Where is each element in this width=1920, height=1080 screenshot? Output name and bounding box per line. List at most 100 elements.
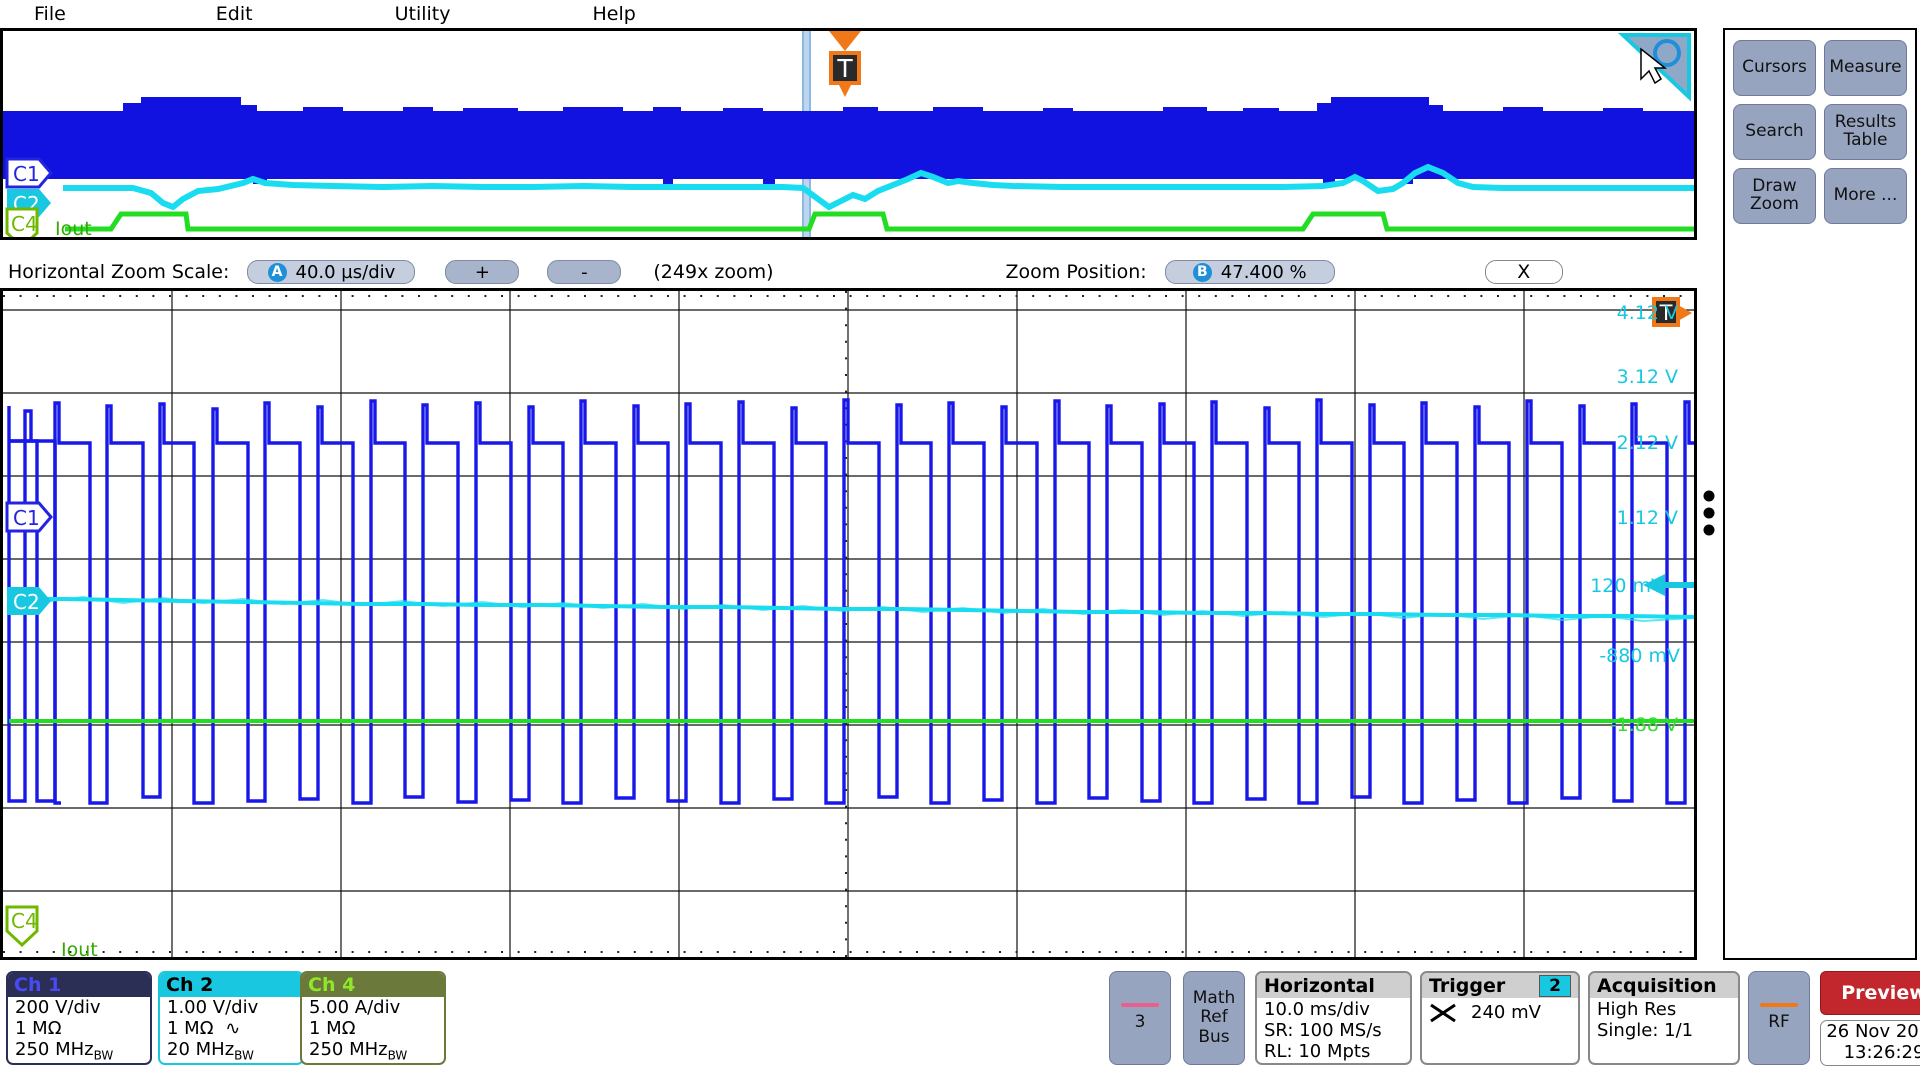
menu-item-utility[interactable]: Utility (389, 3, 457, 25)
zoom-position-value-control[interactable]: B 47.400 % (1164, 260, 1335, 284)
main-marker-c4: C4 (5, 905, 39, 948)
channel-1-box[interactable]: Ch 1 200 V/div 1 MΩ 250 MHzBW (6, 971, 152, 1065)
measure-button[interactable]: Measure (1824, 40, 1907, 96)
channel-2-name: Ch 2 (166, 974, 214, 996)
acquisition-title: Acquisition (1597, 974, 1717, 997)
overview-c4-trace (65, 211, 1694, 232)
svg-text:C2: C2 (13, 590, 40, 614)
bus-label: Bus (1198, 1026, 1230, 1047)
main-c4-signal-label: Iout (61, 939, 98, 960)
channel-3-label: 3 (1134, 1012, 1146, 1033)
oscilloscope-app: File Edit Utility Help T C1 C2 C4 Iout H… (0, 0, 1920, 1080)
svg-text:C4: C4 (11, 909, 38, 933)
overview-marker-c4: C4 (5, 207, 39, 237)
voltage-label-7: -1.88 V (1609, 714, 1678, 736)
right-control-panel: Cursors Measure Search Results Table Dra… (1723, 28, 1917, 960)
menu-item-edit[interactable]: Edit (210, 3, 259, 25)
main-marker-c2: C2 (7, 587, 51, 615)
horizontal-settings-box[interactable]: Horizontal 10.0 ms/div SR: 100 MS/s RL: … (1255, 971, 1412, 1065)
zoom-factor-label: (249x zoom) (653, 261, 774, 283)
preview-button[interactable]: Preview (1820, 971, 1920, 1015)
more-button[interactable]: More ... (1824, 168, 1907, 224)
trigger-source-badge: 2 (1539, 974, 1571, 997)
channel-1-scale: 200 V/div (15, 997, 101, 1018)
horizontal-scale: 10.0 ms/div (1264, 999, 1370, 1020)
voltage-label-4: 1.12 V (1616, 507, 1678, 529)
trigger-settings-box[interactable]: Trigger 2 240 mV (1420, 971, 1580, 1065)
menu-item-help[interactable]: Help (586, 3, 641, 25)
main-waveform-grid[interactable]: C1 C2 C4 T 4.12 V 3.12 V 2.12 V 1.12 V 1… (0, 288, 1697, 960)
svg-text:T: T (836, 54, 853, 83)
channel-4-scale: 5.00 A/div (309, 997, 401, 1018)
knob-a-badge: A (267, 262, 287, 282)
results-table-button[interactable]: Results Table (1824, 104, 1907, 160)
magnifier-cursor-icon (1617, 33, 1691, 102)
channel-2-scale: 1.00 V/div (167, 997, 259, 1018)
rf-label: RF (1768, 1012, 1790, 1033)
zoom-scale-decrease-button[interactable]: - (547, 260, 622, 284)
search-button[interactable]: Search (1733, 104, 1816, 160)
voltage-label-5: 120 mV (1590, 575, 1664, 597)
channel-2-impedance: 1 MΩ (167, 1017, 214, 1039)
trigger-title: Trigger (1429, 974, 1506, 997)
time-text: 13:26:29 (1843, 1042, 1920, 1063)
math-label: Math (1192, 987, 1236, 1008)
voltage-label-3: 2.12 V (1616, 432, 1678, 454)
channel-4-impedance: 1 MΩ (309, 1017, 356, 1039)
zoom-position-label: Zoom Position: (1005, 261, 1147, 283)
cursors-button[interactable]: Cursors (1733, 40, 1816, 96)
menu-item-file[interactable]: File (28, 3, 72, 25)
trigger-level: 240 mV (1471, 1002, 1541, 1024)
zoom-position-value: 47.400 % (1220, 261, 1307, 283)
rf-color-indicator (1760, 1003, 1798, 1008)
channel-3-color-indicator (1121, 1003, 1159, 1008)
overview-marker-c1: C1 (5, 157, 53, 189)
overview-c4-signal-label: Iout (55, 218, 92, 240)
channel-2-bw-sub: BW (234, 1048, 254, 1063)
overview-trigger-marker: T (829, 31, 861, 97)
voltage-label-1: 4.12 V (1616, 302, 1678, 324)
acquisition-mode: High Res (1597, 999, 1677, 1020)
ac-coupling-icon: ∿ (225, 1017, 241, 1039)
draw-zoom-button[interactable]: Draw Zoom (1733, 168, 1816, 224)
voltage-label-6: -880 mV (1599, 645, 1680, 667)
zoom-scale-increase-button[interactable]: + (445, 260, 520, 284)
svg-text:C1: C1 (13, 506, 40, 530)
channel-1-impedance: 1 MΩ (15, 1017, 62, 1039)
knob-b-badge: B (1192, 262, 1212, 282)
channel-4-bw-sub: BW (387, 1048, 408, 1063)
horizontal-record-length: RL: 10 Mpts (1264, 1041, 1371, 1063)
datetime-display: 26 Nov 2024 13:26:29 (1820, 1020, 1920, 1066)
zoom-control-bar: Horizontal Zoom Scale: A 40.0 µs/div + -… (0, 256, 1697, 288)
rf-button[interactable]: RF (1748, 971, 1810, 1065)
overview-waveform-pane[interactable]: T C1 C2 C4 Iout (0, 28, 1697, 240)
zoom-close-button[interactable]: X (1484, 260, 1563, 284)
svg-text:C1: C1 (13, 162, 40, 186)
menu-bar: File Edit Utility Help (0, 0, 1720, 28)
main-grid-svg: C1 C2 C4 T (3, 291, 1694, 957)
channel-4-name: Ch 4 (308, 974, 356, 996)
trigger-slope-icon (1430, 1003, 1456, 1023)
acquisition-count: Single: 1/1 (1597, 1020, 1694, 1042)
channel-1-bandwidth: 250 MHz (15, 1038, 94, 1060)
preview-status-group: Preview 26 Nov 2024 13:26:29 (1820, 971, 1920, 1066)
horizontal-sample-rate: SR: 100 MS/s (1264, 1020, 1382, 1042)
channel-3-button[interactable]: 3 (1109, 971, 1171, 1065)
overview-svg: T C1 C2 C4 (3, 31, 1694, 237)
zoom-scale-label: Horizontal Zoom Scale: (8, 261, 230, 283)
date-text: 26 Nov 2024 (1826, 1021, 1920, 1043)
main-marker-c1: C1 (5, 501, 53, 533)
graticule (3, 291, 1694, 957)
voltage-label-2: 3.12 V (1616, 366, 1678, 388)
channel-2-bandwidth: 20 MHz (167, 1038, 235, 1060)
zoom-scale-value-control[interactable]: A 40.0 µs/div (247, 260, 416, 284)
zoom-scale-value: 40.0 µs/div (295, 261, 396, 283)
channel-2-box[interactable]: Ch 2 1.00 V/div 1 MΩ ∿ 20 MHzBW (158, 971, 304, 1065)
panel-drag-handle[interactable] (1702, 490, 1716, 536)
math-ref-bus-button[interactable]: Math Ref Bus (1183, 971, 1245, 1065)
ref-label: Ref (1200, 1007, 1228, 1028)
horizontal-title: Horizontal (1264, 974, 1375, 997)
channel-4-box[interactable]: Ch 4 5.00 A/div 1 MΩ 250 MHzBW (300, 971, 446, 1065)
acquisition-settings-box[interactable]: Acquisition High Res Single: 1/1 (1588, 971, 1740, 1065)
svg-text:C4: C4 (11, 212, 38, 236)
